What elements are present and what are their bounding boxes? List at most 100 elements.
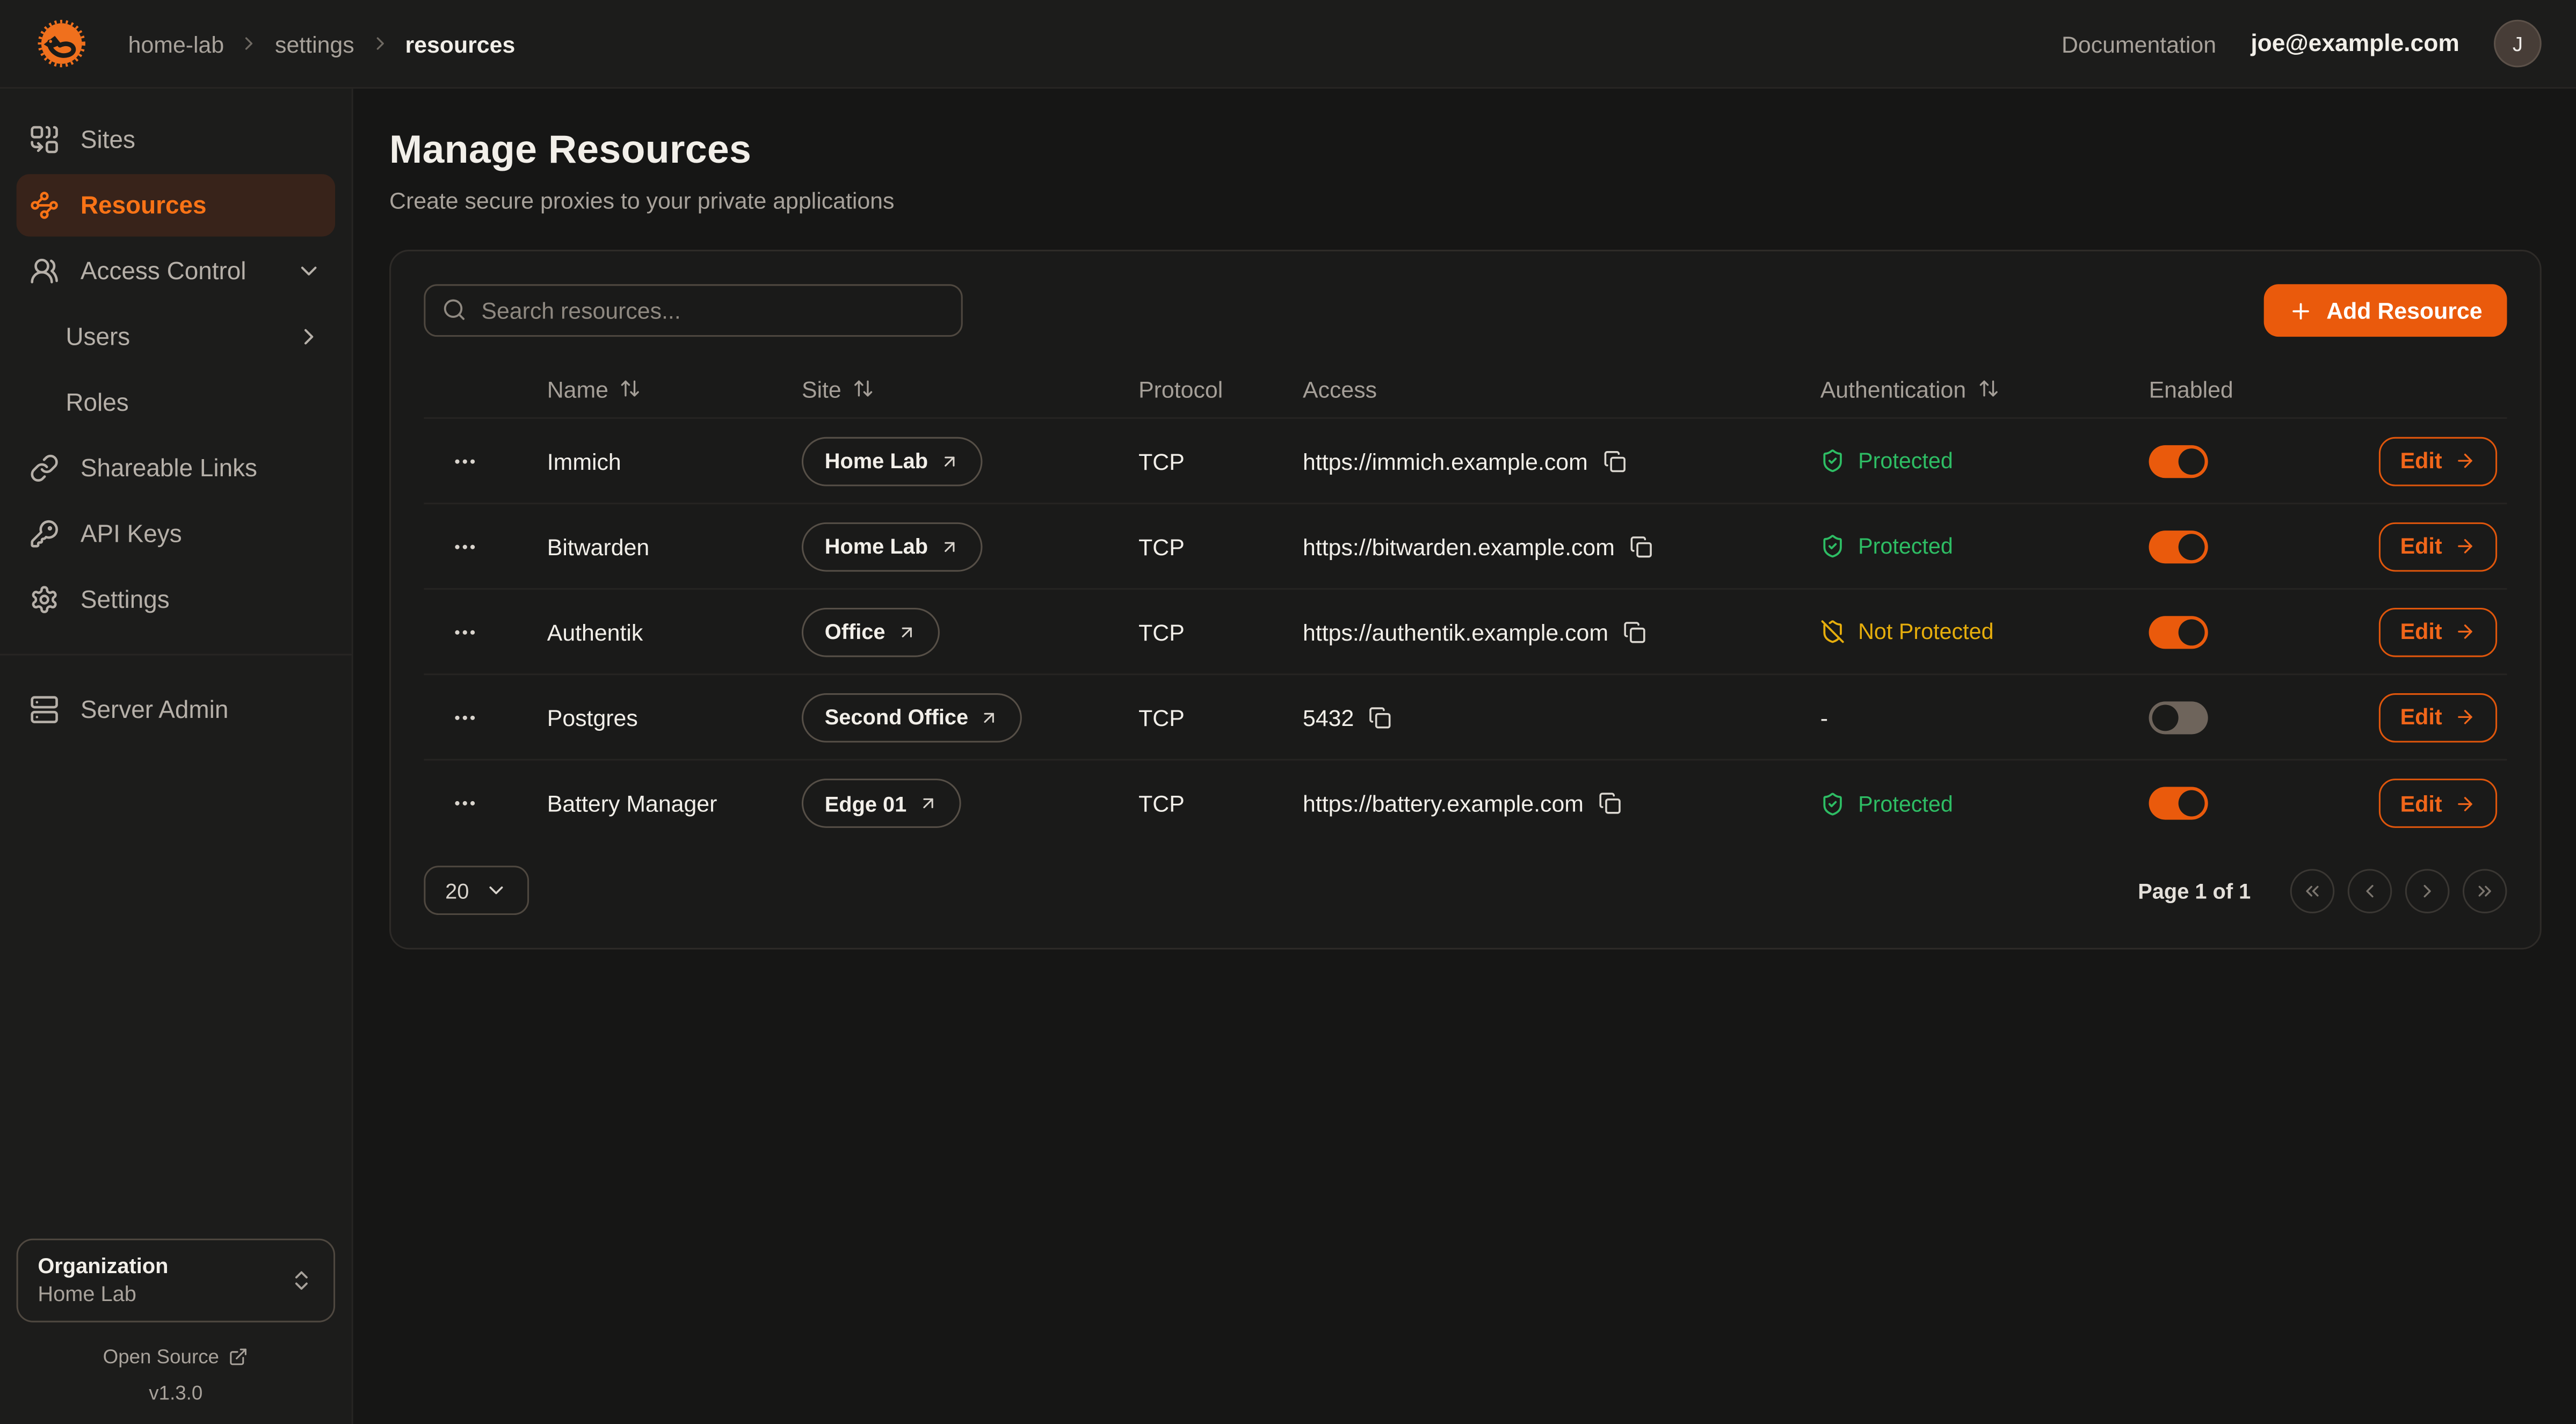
row-actions-button[interactable]	[424, 619, 506, 645]
arrow-right-icon	[2454, 793, 2475, 814]
column-header-authentication[interactable]: Authentication	[1820, 375, 2149, 402]
edit-button[interactable]: Edit	[2379, 779, 2497, 828]
sidebar-item-access-control[interactable]: Access Control	[17, 240, 336, 302]
auth-status: Protected	[1820, 534, 2149, 558]
access-cell: https://battery.example.com	[1303, 790, 1820, 817]
sidebar-item-shareable-links[interactable]: Shareable Links	[17, 437, 336, 499]
site-cell: Home Lab	[802, 436, 1138, 485]
first-page-button[interactable]	[2290, 868, 2335, 913]
edit-button[interactable]: Edit	[2379, 521, 2497, 571]
sidebar-item-label: Shareable Links	[81, 454, 257, 482]
chevrons-right-icon	[2474, 880, 2495, 901]
open-source-link[interactable]: Open Source	[17, 1346, 336, 1369]
chevron-down-icon	[296, 258, 322, 284]
topbar-right: Documentation joe@example.com J	[2062, 20, 2542, 68]
search-input[interactable]	[424, 284, 962, 337]
edit-button[interactable]: Edit	[2379, 436, 2497, 485]
sidebar-item-settings[interactable]: Settings	[17, 569, 336, 631]
pangolin-logo-icon[interactable]	[34, 17, 89, 71]
last-page-button[interactable]	[2463, 868, 2507, 913]
ellipsis-icon	[452, 790, 478, 817]
row-actions-button[interactable]	[424, 790, 506, 817]
row-actions-button[interactable]	[424, 448, 506, 474]
arrow-right-icon	[2454, 706, 2475, 728]
enabled-toggle[interactable]	[2149, 615, 2208, 648]
copy-button[interactable]	[1629, 535, 1652, 558]
sidebar-item-api-keys[interactable]: API Keys	[17, 503, 336, 565]
enabled-toggle[interactable]	[2149, 701, 2208, 733]
column-header-name[interactable]: Name	[506, 375, 802, 402]
table-body: ImmichHome LabTCPhttps://immich.example.…	[424, 419, 2507, 846]
edit-button-label: Edit	[2400, 448, 2442, 473]
site-link[interactable]: Edge 01	[802, 779, 961, 828]
toggle-knob	[2179, 533, 2205, 560]
edit-button[interactable]: Edit	[2379, 607, 2497, 656]
previous-page-button[interactable]	[2348, 868, 2392, 913]
enabled-toggle[interactable]	[2149, 787, 2208, 819]
sidebar-item-label: API Keys	[81, 520, 182, 548]
enabled-cell	[2149, 530, 2379, 563]
site-link[interactable]: Home Lab	[802, 521, 982, 571]
arrow-up-right-icon	[980, 707, 1000, 727]
protocol-label: TCP	[1138, 533, 1303, 560]
site-label: Edge 01	[825, 791, 907, 816]
edit-cell: Edit	[2379, 607, 2520, 656]
row-actions-button[interactable]	[424, 533, 506, 560]
sort-icon	[1978, 378, 1999, 399]
site-link[interactable]: Second Office	[802, 692, 1022, 742]
external-link-icon	[229, 1347, 249, 1367]
chevron-down-icon	[485, 879, 509, 902]
ellipsis-icon	[452, 704, 478, 730]
sidebar-item-users[interactable]: Users	[17, 306, 336, 368]
enabled-toggle[interactable]	[2149, 530, 2208, 563]
sidebar-item-server-admin[interactable]: Server Admin	[17, 678, 336, 740]
auth-status-label: -	[1820, 704, 1828, 730]
organization-selector[interactable]: Organization Home Lab	[17, 1238, 336, 1322]
resource-name: Immich	[506, 448, 802, 474]
copy-button[interactable]	[1623, 620, 1646, 643]
sidebar-item-roles[interactable]: Roles	[17, 371, 336, 433]
sidebar-bottom: Organization Home Lab Open Source v1.3.0	[0, 1238, 352, 1404]
site-label: Office	[825, 619, 886, 644]
documentation-link[interactable]: Documentation	[2062, 31, 2216, 57]
copy-button[interactable]	[1599, 792, 1622, 815]
copy-icon	[1602, 449, 1626, 473]
sidebar-item-resources[interactable]: Resources	[17, 174, 336, 236]
row-actions-button[interactable]	[424, 704, 506, 730]
avatar[interactable]: J	[2494, 20, 2542, 68]
copy-button[interactable]	[1369, 706, 1392, 729]
resources-icon	[30, 191, 59, 220]
edit-button-label: Edit	[2400, 704, 2442, 729]
user-email[interactable]: joe@example.com	[2251, 31, 2459, 57]
column-header-label: Name	[547, 375, 608, 402]
breadcrumb-separator-icon	[369, 33, 390, 54]
enabled-toggle[interactable]	[2149, 445, 2208, 477]
site-link[interactable]: Office	[802, 607, 940, 656]
arrow-right-icon	[2454, 450, 2475, 471]
site-link[interactable]: Home Lab	[802, 436, 982, 485]
site-cell: Second Office	[802, 692, 1138, 742]
edit-button-label: Edit	[2400, 619, 2442, 644]
arrow-up-right-icon	[918, 794, 938, 813]
next-page-button[interactable]	[2405, 868, 2450, 913]
table-header: NameSiteProtocolAccessAuthenticationEnab…	[424, 360, 2507, 419]
plus-icon	[2289, 298, 2313, 323]
breadcrumb-resources[interactable]: resources	[405, 31, 515, 57]
access-cell: https://authentik.example.com	[1303, 619, 1820, 645]
shield-check-icon	[1820, 534, 1845, 558]
card-toolbar: Add Resource	[424, 284, 2507, 337]
column-header-site[interactable]: Site	[802, 375, 1138, 402]
copy-icon	[1599, 792, 1622, 815]
breadcrumb-settings[interactable]: settings	[275, 31, 354, 57]
shield-off-icon	[1820, 619, 1845, 644]
add-resource-button[interactable]: Add Resource	[2264, 284, 2507, 337]
chevron-right-icon	[2417, 880, 2438, 901]
auth-status: -	[1820, 704, 2149, 730]
copy-button[interactable]	[1602, 449, 1626, 473]
breadcrumb-org[interactable]: home-lab	[128, 31, 224, 57]
sidebar-item-sites[interactable]: Sites	[17, 108, 336, 171]
open-source-label: Open Source	[103, 1346, 219, 1369]
edit-button[interactable]: Edit	[2379, 692, 2497, 742]
page-size-select[interactable]: 20	[424, 866, 529, 915]
toggle-knob	[2179, 448, 2205, 474]
